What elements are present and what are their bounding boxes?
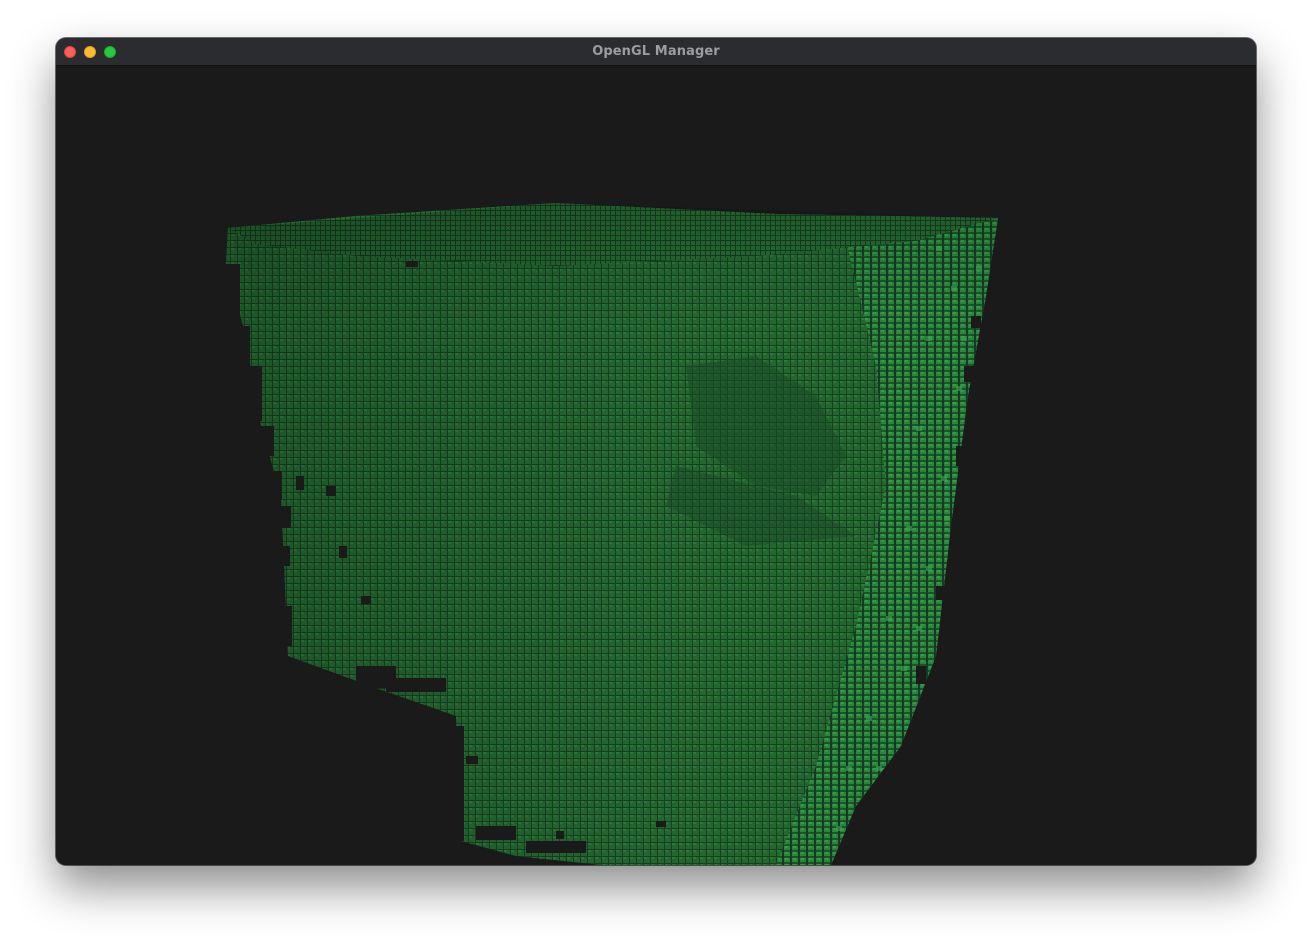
voxel-render <box>226 203 998 865</box>
title-bar[interactable]: OpenGL Manager <box>56 38 1256 66</box>
opengl-viewport[interactable] <box>56 66 1256 865</box>
window-title: OpenGL Manager <box>592 44 720 59</box>
app-window: OpenGL Manager <box>56 38 1256 865</box>
